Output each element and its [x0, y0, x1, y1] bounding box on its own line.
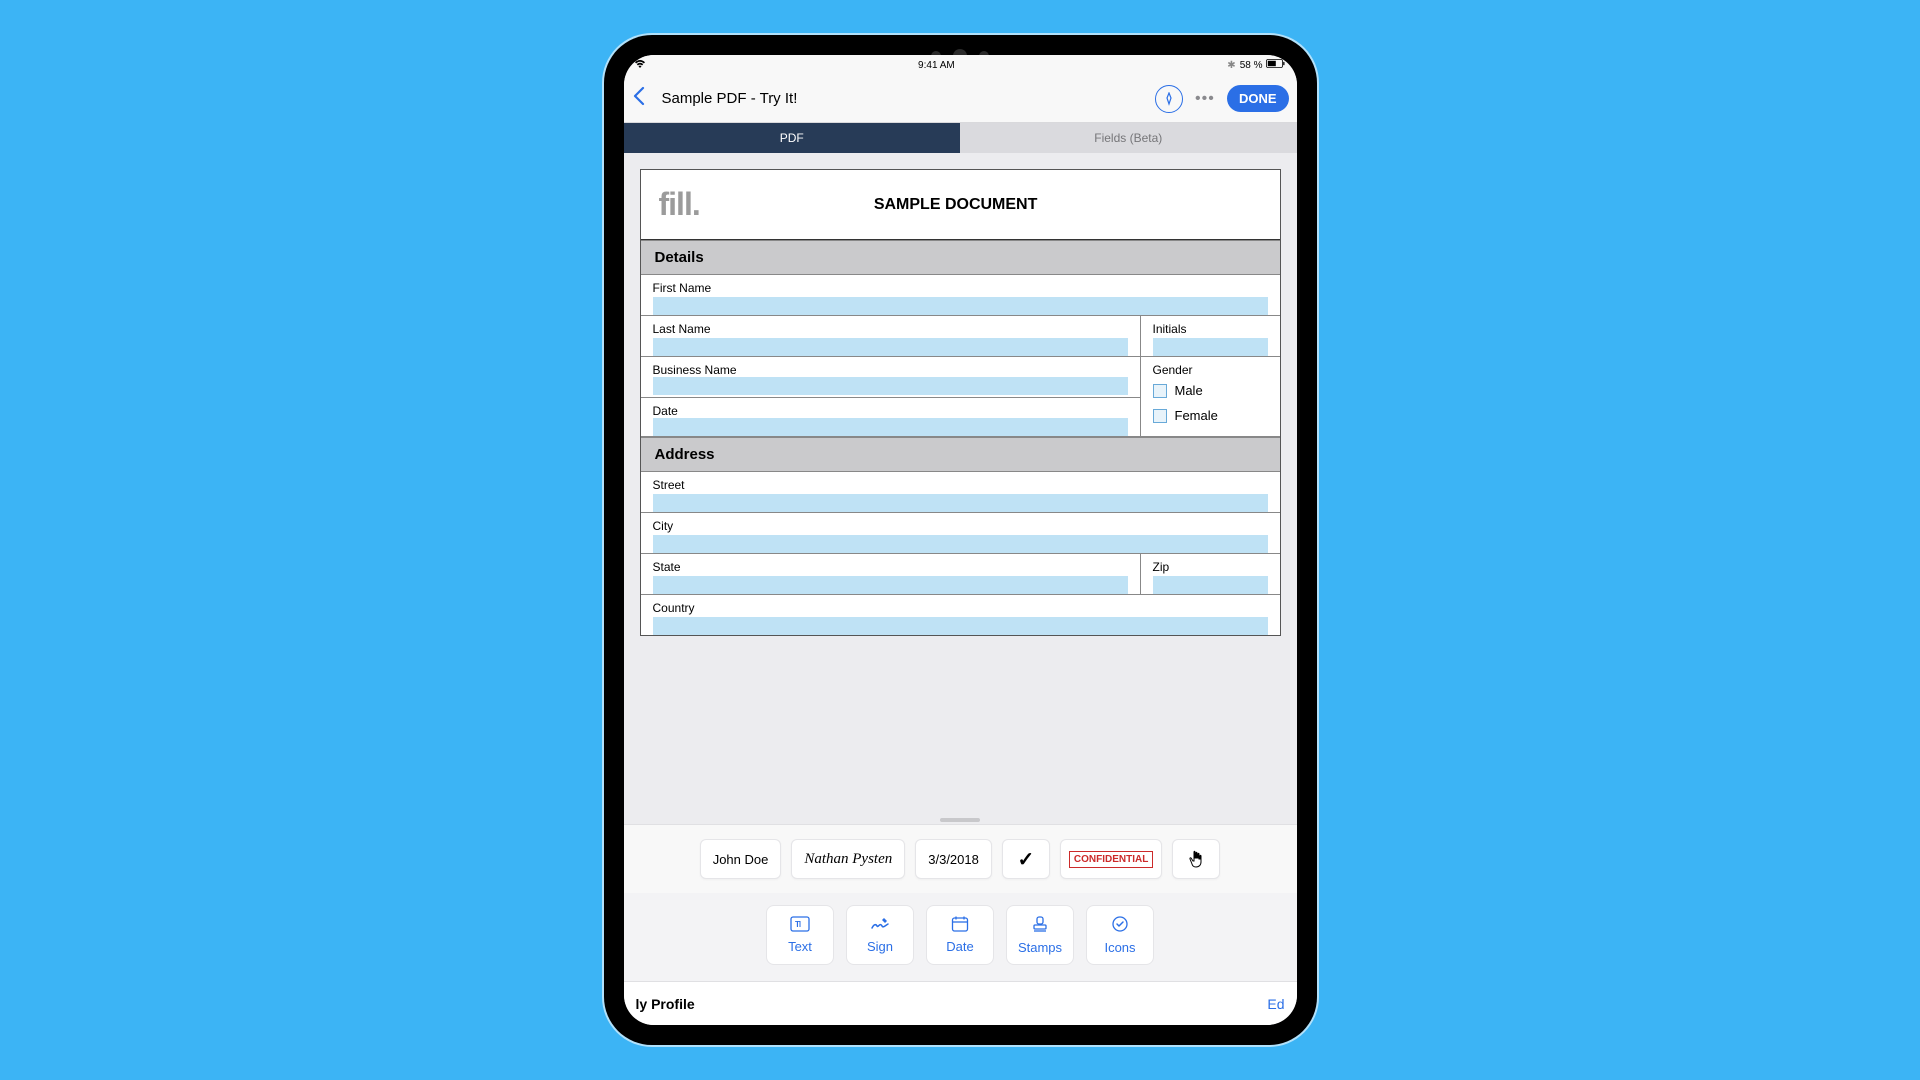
- label-country: Country: [653, 601, 1268, 615]
- checkbox-female-row[interactable]: Female: [1153, 404, 1268, 427]
- profile-bar: ly Profile Ed: [624, 981, 1297, 1025]
- tool-row: T Text Sign Date Stamps: [624, 893, 1297, 981]
- bluetooth-icon: ✱: [1227, 60, 1235, 71]
- tool-sign-label: Sign: [867, 939, 893, 954]
- quick-date[interactable]: 3/3/2018: [915, 839, 992, 879]
- input-business-name[interactable]: [653, 377, 1128, 395]
- tool-text-label: Text: [788, 939, 812, 954]
- label-first-name: First Name: [653, 281, 1268, 295]
- document-viewport[interactable]: fill. SAMPLE DOCUMENT Details First Name…: [624, 153, 1297, 824]
- more-button[interactable]: •••: [1191, 85, 1219, 113]
- label-zip: Zip: [1153, 560, 1268, 574]
- back-button[interactable]: [632, 86, 650, 112]
- label-state: State: [653, 560, 1128, 574]
- label-date: Date: [653, 404, 1128, 418]
- quick-items-row: John Doe Nathan Pysten 3/3/2018 ✓ CONFID…: [624, 824, 1297, 893]
- document-title: Sample PDF - Try It!: [662, 90, 798, 107]
- battery-text: 58 %: [1240, 60, 1263, 71]
- section-address: Address: [641, 437, 1280, 472]
- checkbox-male[interactable]: [1153, 384, 1167, 398]
- label-street: Street: [653, 478, 1268, 492]
- label-last-name: Last Name: [653, 322, 1128, 336]
- tab-fields[interactable]: Fields (Beta): [960, 123, 1297, 153]
- label-city: City: [653, 519, 1268, 533]
- tool-icons-label: Icons: [1104, 940, 1135, 955]
- tool-date-label: Date: [946, 939, 973, 954]
- quick-stamp[interactable]: CONFIDENTIAL: [1060, 839, 1162, 879]
- document-page: fill. SAMPLE DOCUMENT Details First Name…: [640, 169, 1281, 636]
- label-initials: Initials: [1153, 322, 1268, 336]
- hand-icon: [1187, 849, 1205, 869]
- tool-date[interactable]: Date: [926, 905, 994, 965]
- document-heading: SAMPLE DOCUMENT: [650, 196, 1262, 214]
- done-button[interactable]: DONE: [1227, 85, 1289, 112]
- input-date[interactable]: [653, 418, 1128, 436]
- profile-edit-button[interactable]: Ed: [1267, 996, 1284, 1012]
- quick-signature[interactable]: Nathan Pysten: [791, 839, 905, 879]
- segmented-control: PDF Fields (Beta): [624, 123, 1297, 153]
- status-bar: 9:41 AM ✱ 58 %: [624, 55, 1297, 75]
- input-last-name[interactable]: [653, 338, 1128, 356]
- input-zip[interactable]: [1153, 576, 1268, 594]
- drag-handle[interactable]: [940, 818, 980, 822]
- svg-text:T: T: [795, 920, 800, 929]
- stamp-icon: [1031, 915, 1049, 936]
- quick-name[interactable]: John Doe: [700, 839, 782, 879]
- input-first-name[interactable]: [653, 297, 1268, 315]
- text-icon: T: [790, 916, 810, 935]
- ipad-screen: 9:41 AM ✱ 58 % Sample PDF - Try It! ••• …: [624, 55, 1297, 1025]
- tab-pdf[interactable]: PDF: [624, 123, 961, 153]
- status-time: 9:41 AM: [918, 60, 955, 71]
- label-male: Male: [1175, 383, 1203, 398]
- input-city[interactable]: [653, 535, 1268, 553]
- quick-checkmark[interactable]: ✓: [1002, 839, 1050, 879]
- checkbox-female[interactable]: [1153, 409, 1167, 423]
- ipad-frame: 9:41 AM ✱ 58 % Sample PDF - Try It! ••• …: [604, 35, 1317, 1045]
- checkbox-male-row[interactable]: Male: [1153, 379, 1268, 402]
- icons-icon: [1111, 915, 1129, 936]
- tool-stamps[interactable]: Stamps: [1006, 905, 1074, 965]
- label-gender: Gender: [1153, 363, 1268, 377]
- section-details: Details: [641, 240, 1280, 275]
- label-business-name: Business Name: [653, 363, 1128, 377]
- check-icon: ✓: [1017, 847, 1034, 872]
- nav-bar: Sample PDF - Try It! ••• DONE: [624, 75, 1297, 123]
- tool-icons[interactable]: Icons: [1086, 905, 1154, 965]
- tool-sign[interactable]: Sign: [846, 905, 914, 965]
- tool-stamps-label: Stamps: [1018, 940, 1062, 955]
- input-street[interactable]: [653, 494, 1268, 512]
- quick-tap-icon[interactable]: [1172, 839, 1220, 879]
- pen-tool-button[interactable]: [1155, 85, 1183, 113]
- input-country[interactable]: [653, 617, 1268, 635]
- tool-text[interactable]: T Text: [766, 905, 834, 965]
- battery-icon: [1266, 59, 1286, 71]
- input-initials[interactable]: [1153, 338, 1268, 356]
- input-state[interactable]: [653, 576, 1128, 594]
- sign-icon: [870, 916, 890, 935]
- calendar-icon: [951, 916, 969, 935]
- profile-label: ly Profile: [636, 996, 695, 1012]
- label-female: Female: [1175, 408, 1218, 423]
- stamp-label: CONFIDENTIAL: [1069, 851, 1153, 868]
- wifi-icon: [634, 59, 646, 72]
